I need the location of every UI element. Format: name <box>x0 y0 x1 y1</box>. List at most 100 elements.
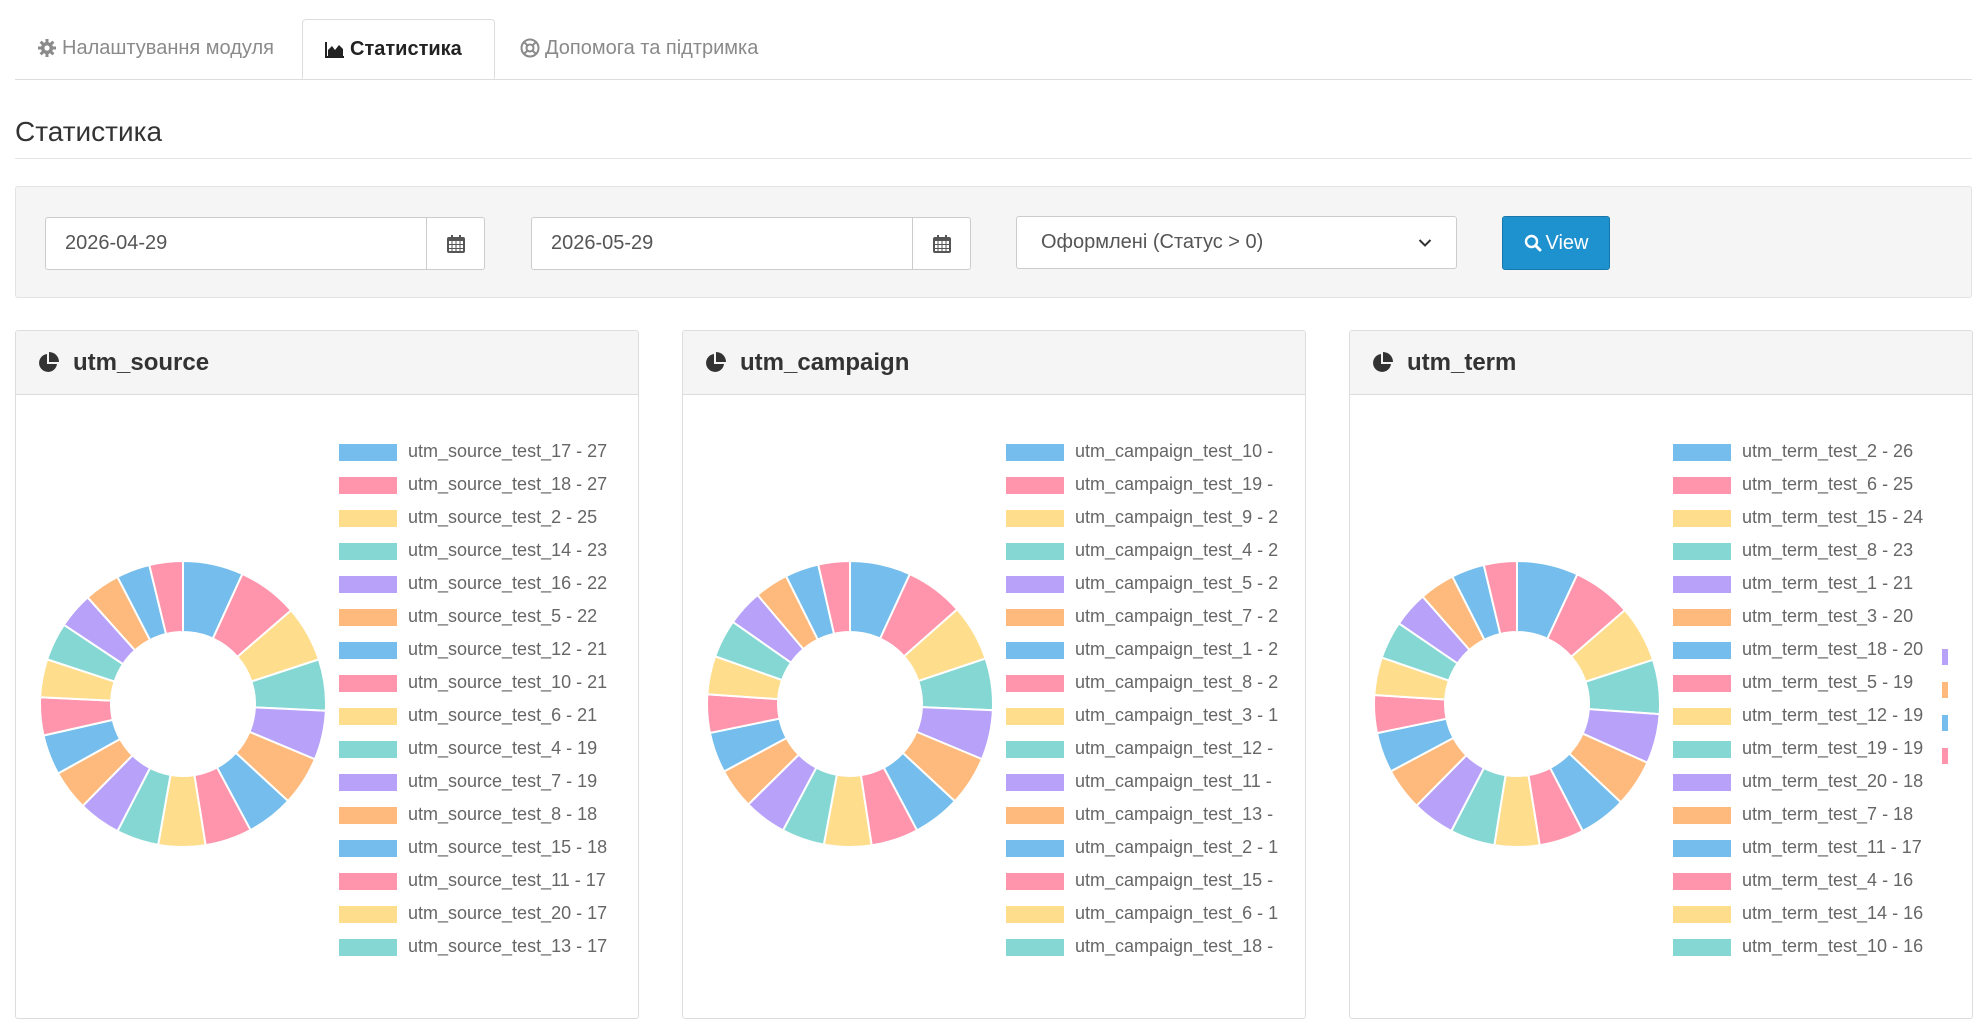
legend-item[interactable]: utm_term_test_5 - 19 <box>1673 672 1972 708</box>
legend-item[interactable]: utm_campaign_test_12 - <box>1006 738 1305 774</box>
legend-swatch <box>1673 576 1731 593</box>
legend-item[interactable]: utm_campaign_test_9 - 2 <box>1006 507 1305 543</box>
chart-legend: utm_term_test_2 - 26 utm_term_test_6 - 25… <box>1673 441 1972 972</box>
legend-label: utm_term_test_2 - 26 <box>1742 441 1914 461</box>
legend-label: utm_campaign_test_1 - 2 <box>1075 639 1279 659</box>
legend-item[interactable]: utm_campaign_test_18 - <box>1006 936 1305 972</box>
legend-item[interactable]: utm_campaign_test_1 - 2 <box>1006 639 1305 675</box>
legend-item[interactable]: utm_term_test_20 - 18 <box>1673 771 1972 807</box>
legend-label: utm_source_test_14 - 23 <box>408 540 608 560</box>
legend-item[interactable]: utm_source_test_7 - 19 <box>339 771 638 807</box>
legend-item[interactable]: utm_source_test_16 - 22 <box>339 573 638 609</box>
legend-item[interactable]: utm_source_test_2 - 25 <box>339 507 638 543</box>
gear-icon <box>37 38 57 58</box>
legend-item[interactable]: utm_campaign_test_10 - <box>1006 441 1305 477</box>
legend-swatch <box>1673 477 1731 494</box>
legend-item[interactable]: utm_campaign_test_5 - 2 <box>1006 573 1305 609</box>
legend-item[interactable]: utm_source_test_8 - 18 <box>339 804 638 840</box>
legend-item[interactable]: utm_source_test_20 - 17 <box>339 903 638 939</box>
legend-item[interactable]: utm_campaign_test_15 - <box>1006 870 1305 906</box>
legend-label: utm_source_test_7 - 19 <box>408 771 598 791</box>
legend-item[interactable]: utm_term_test_12 - 19 <box>1673 705 1972 741</box>
order-status-select[interactable]: Оформлені (Статус > 0) <box>1016 216 1457 269</box>
legend-label: utm_term_test_6 - 25 <box>1742 474 1914 494</box>
legend-item[interactable]: utm_term_test_15 - 24 <box>1673 507 1972 543</box>
legend-label: utm_campaign_test_7 - 2 <box>1075 606 1279 626</box>
legend-item[interactable]: utm_term_test_14 - 16 <box>1673 903 1972 939</box>
legend-item[interactable]: utm_campaign_test_13 - <box>1006 804 1305 840</box>
chart-legend: utm_campaign_test_10 - utm_campaign_test_… <box>1006 441 1305 972</box>
legend-label: utm_campaign_test_11 - <box>1075 771 1272 791</box>
legend-item[interactable]: utm_campaign_test_6 - 1 <box>1006 903 1305 939</box>
legend-label: utm_campaign_test_5 - 2 <box>1075 573 1279 593</box>
legend-swatch <box>1006 675 1064 692</box>
legend-swatch <box>1006 444 1064 461</box>
legend-label: utm_campaign_test_15 - <box>1075 870 1274 890</box>
legend-item[interactable]: utm_term_test_3 - 20 <box>1673 606 1972 642</box>
legend-item[interactable]: utm_source_test_10 - 21 <box>339 672 638 708</box>
legend-item[interactable]: utm_source_test_6 - 21 <box>339 705 638 741</box>
legend-swatch <box>339 543 397 560</box>
legend-item[interactable]: utm_campaign_test_2 - 1 <box>1006 837 1305 873</box>
legend-item[interactable]: utm_campaign_test_8 - 2 <box>1006 672 1305 708</box>
date-to-calendar-button[interactable] <box>913 217 971 270</box>
legend-label: utm_source_test_20 - 17 <box>408 903 608 923</box>
legend-item[interactable]: utm_source_test_17 - 27 <box>339 441 638 477</box>
legend-swatch <box>1006 873 1064 890</box>
legend-label: utm_source_test_11 - 17 <box>408 870 606 890</box>
legend-swatch <box>1006 741 1064 758</box>
legend-item[interactable]: utm_campaign_test_19 - <box>1006 474 1305 510</box>
pie-chart-icon <box>1370 351 1394 375</box>
legend-item[interactable]: utm_term_test_7 - 18 <box>1673 804 1972 840</box>
legend-item[interactable]: utm_term_test_19 - 19 <box>1673 738 1972 774</box>
legend-label: utm_campaign_test_12 - <box>1075 738 1274 758</box>
legend-item[interactable]: utm_source_test_5 - 22 <box>339 606 638 642</box>
legend-swatch <box>339 708 397 725</box>
date-from-calendar-button[interactable] <box>427 217 485 270</box>
legend-item[interactable]: utm_source_test_13 - 17 <box>339 936 638 972</box>
legend-swatch <box>1006 840 1064 857</box>
legend-swatch <box>1006 774 1064 791</box>
legend-item[interactable]: utm_campaign_test_3 - 1 <box>1006 705 1305 741</box>
legend-item[interactable]: utm_source_test_18 - 27 <box>339 474 638 510</box>
legend-item[interactable]: utm_term_test_8 - 23 <box>1673 540 1972 576</box>
date-to-input[interactable]: 2026-05-29 <box>531 217 913 270</box>
view-button[interactable]: View <box>1502 216 1610 270</box>
legend-item[interactable]: utm_source_test_14 - 23 <box>339 540 638 576</box>
legend-label: utm_campaign_test_19 - <box>1075 474 1274 494</box>
legend-label: utm_term_test_7 - 18 <box>1742 804 1914 824</box>
legend-item[interactable]: utm_term_test_11 - 17 <box>1673 837 1972 873</box>
date-from-input[interactable]: 2026-04-29 <box>45 217 427 270</box>
legend-item[interactable]: utm_campaign_test_4 - 2 <box>1006 540 1305 576</box>
tab-label: Налаштування модуля <box>62 36 274 59</box>
legend-label: utm_campaign_test_6 - 1 <box>1075 903 1279 923</box>
legend-item[interactable]: utm_term_test_2 - 26 <box>1673 441 1972 477</box>
legend-swatch <box>1673 873 1731 890</box>
legend-item[interactable]: utm_term_test_18 - 20 <box>1673 639 1972 675</box>
tab-label: Допомога та підтримка <box>545 36 759 59</box>
legend-swatch <box>1006 609 1064 626</box>
legend-item[interactable]: utm_term_test_10 - 16 <box>1673 936 1972 972</box>
tab-help-support[interactable]: Допомога та підтримка <box>520 19 758 77</box>
legend-swatch <box>339 477 397 494</box>
legend-item[interactable]: utm_term_test_4 - 16 <box>1673 870 1972 906</box>
legend-label: utm_term_test_12 - 19 <box>1742 705 1924 725</box>
legend-item[interactable]: utm_source_test_15 - 18 <box>339 837 638 873</box>
legend-item[interactable]: utm_term_test_6 - 25 <box>1673 474 1972 510</box>
tab-module-settings[interactable]: Налаштування модуля <box>37 19 274 77</box>
legend-label: utm_campaign_test_18 - <box>1075 936 1274 956</box>
legend-item[interactable]: utm_campaign_test_11 - <box>1006 771 1305 807</box>
pie-chart-icon <box>36 351 60 375</box>
legend-item[interactable]: utm_source_test_11 - 17 <box>339 870 638 906</box>
legend-item[interactable]: utm_source_test_12 - 21 <box>339 639 638 675</box>
tab-statistics[interactable]: Статистика <box>302 19 495 79</box>
legend-item[interactable]: utm_campaign_test_7 - 2 <box>1006 606 1305 642</box>
legend-item[interactable]: utm_source_test_4 - 19 <box>339 738 638 774</box>
legend-item[interactable]: utm_term_test_1 - 21 <box>1673 573 1972 609</box>
legend-swatch <box>339 906 397 923</box>
legend-overflow-swatch <box>1942 682 1948 698</box>
legend-swatch <box>1006 543 1064 560</box>
calendar-icon <box>446 234 465 253</box>
legend-swatch <box>1673 543 1731 560</box>
panel-title: utm_term <box>1407 348 1517 376</box>
